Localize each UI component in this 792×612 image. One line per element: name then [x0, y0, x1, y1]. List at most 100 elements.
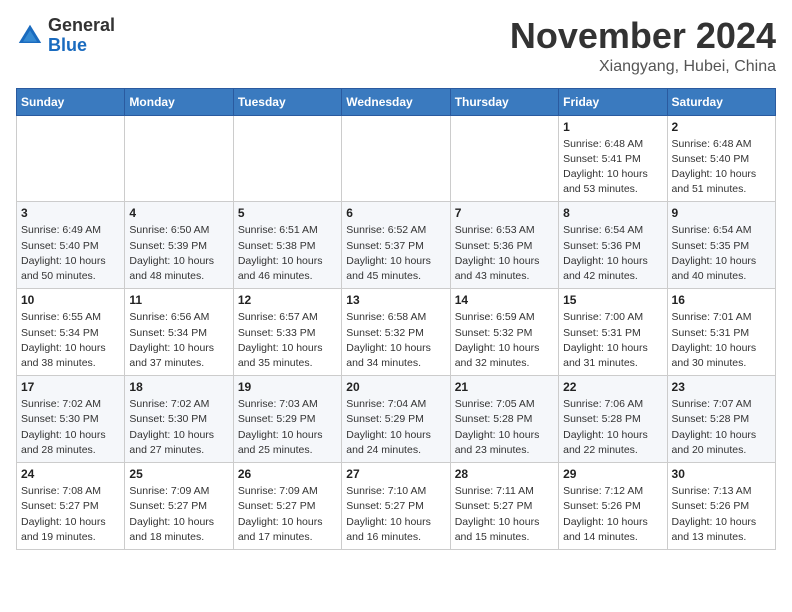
- day-detail: Sunrise: 6:56 AM Sunset: 5:34 PM Dayligh…: [129, 310, 228, 371]
- calendar-cell: 16 Sunrise: 7:01 AM Sunset: 5:31 PM Dayli…: [667, 289, 775, 376]
- calendar-cell: [342, 115, 450, 202]
- day-detail: Sunrise: 7:12 AM Sunset: 5:26 PM Dayligh…: [563, 484, 662, 545]
- day-detail: Sunrise: 6:58 AM Sunset: 5:32 PM Dayligh…: [346, 310, 445, 371]
- day-detail: Sunrise: 7:00 AM Sunset: 5:31 PM Dayligh…: [563, 310, 662, 371]
- calendar-cell: [125, 115, 233, 202]
- day-number: 7: [455, 206, 554, 220]
- calendar-cell: 29 Sunrise: 7:12 AM Sunset: 5:26 PM Dayli…: [559, 463, 667, 550]
- day-number: 15: [563, 293, 662, 307]
- day-number: 8: [563, 206, 662, 220]
- day-number: 1: [563, 120, 662, 134]
- day-detail: Sunrise: 7:05 AM Sunset: 5:28 PM Dayligh…: [455, 397, 554, 458]
- calendar-cell: 10 Sunrise: 6:55 AM Sunset: 5:34 PM Dayli…: [17, 289, 125, 376]
- day-detail: Sunrise: 7:03 AM Sunset: 5:29 PM Dayligh…: [238, 397, 337, 458]
- day-number: 18: [129, 380, 228, 394]
- day-number: 14: [455, 293, 554, 307]
- day-detail: Sunrise: 6:55 AM Sunset: 5:34 PM Dayligh…: [21, 310, 120, 371]
- calendar-week-1: 1 Sunrise: 6:48 AM Sunset: 5:41 PM Daylig…: [17, 115, 776, 202]
- calendar-cell: 28Sunrise: 7:11 AM Sunset: 5:27 PM Dayli…: [450, 463, 558, 550]
- logo: General Blue: [16, 16, 115, 56]
- day-number: 23: [672, 380, 771, 394]
- day-number: 28: [455, 467, 554, 481]
- weekday-header-tuesday: Tuesday: [233, 88, 341, 115]
- logo-line1: General: [48, 16, 115, 36]
- day-detail: Sunrise: 6:51 AM Sunset: 5:38 PM Dayligh…: [238, 223, 337, 284]
- day-number: 30: [672, 467, 771, 481]
- day-detail: Sunrise: 6:59 AM Sunset: 5:32 PM Dayligh…: [455, 310, 554, 371]
- calendar-cell: 15 Sunrise: 7:00 AM Sunset: 5:31 PM Dayli…: [559, 289, 667, 376]
- day-detail: Sunrise: 7:02 AM Sunset: 5:30 PM Dayligh…: [21, 397, 120, 458]
- day-number: 5: [238, 206, 337, 220]
- day-detail: Sunrise: 6:57 AM Sunset: 5:33 PM Dayligh…: [238, 310, 337, 371]
- day-detail: Sunrise: 7:01 AM Sunset: 5:31 PM Dayligh…: [672, 310, 771, 371]
- day-number: 2: [672, 120, 771, 134]
- day-number: 19: [238, 380, 337, 394]
- day-detail: Sunrise: 7:09 AM Sunset: 5:27 PM Dayligh…: [238, 484, 337, 545]
- month-title: November 2024: [510, 16, 776, 56]
- calendar-week-2: 3Sunrise: 6:49 AM Sunset: 5:40 PM Daylig…: [17, 202, 776, 289]
- calendar-cell: [17, 115, 125, 202]
- day-number: 3: [21, 206, 120, 220]
- calendar-cell: 22 Sunrise: 7:06 AM Sunset: 5:28 PM Dayli…: [559, 376, 667, 463]
- day-number: 29: [563, 467, 662, 481]
- day-number: 22: [563, 380, 662, 394]
- day-detail: Sunrise: 7:08 AM Sunset: 5:27 PM Dayligh…: [21, 484, 120, 545]
- day-detail: Sunrise: 6:52 AM Sunset: 5:37 PM Dayligh…: [346, 223, 445, 284]
- calendar-cell: 25 Sunrise: 7:09 AM Sunset: 5:27 PM Dayli…: [125, 463, 233, 550]
- weekday-header-monday: Monday: [125, 88, 233, 115]
- day-detail: Sunrise: 7:02 AM Sunset: 5:30 PM Dayligh…: [129, 397, 228, 458]
- calendar-week-5: 24 Sunrise: 7:08 AM Sunset: 5:27 PM Dayli…: [17, 463, 776, 550]
- day-number: 9: [672, 206, 771, 220]
- calendar-cell: 12 Sunrise: 6:57 AM Sunset: 5:33 PM Dayli…: [233, 289, 341, 376]
- day-number: 16: [672, 293, 771, 307]
- calendar-cell: 4 Sunrise: 6:50 AM Sunset: 5:39 PM Daylig…: [125, 202, 233, 289]
- calendar-cell: [233, 115, 341, 202]
- logo-icon: [16, 22, 44, 50]
- calendar-cell: 6 Sunrise: 6:52 AM Sunset: 5:37 PM Daylig…: [342, 202, 450, 289]
- calendar-cell: 18 Sunrise: 7:02 AM Sunset: 5:30 PM Dayli…: [125, 376, 233, 463]
- day-detail: Sunrise: 7:13 AM Sunset: 5:26 PM Dayligh…: [672, 484, 771, 545]
- calendar-cell: 20Sunrise: 7:04 AM Sunset: 5:29 PM Dayli…: [342, 376, 450, 463]
- logo-text: General Blue: [48, 16, 115, 56]
- day-detail: Sunrise: 7:07 AM Sunset: 5:28 PM Dayligh…: [672, 397, 771, 458]
- day-detail: Sunrise: 7:04 AM Sunset: 5:29 PM Dayligh…: [346, 397, 445, 458]
- calendar-cell: 24 Sunrise: 7:08 AM Sunset: 5:27 PM Dayli…: [17, 463, 125, 550]
- calendar-cell: 11 Sunrise: 6:56 AM Sunset: 5:34 PM Dayli…: [125, 289, 233, 376]
- page-header: General Blue November 2024 Xiangyang, Hu…: [16, 16, 776, 76]
- logo-line2: Blue: [48, 36, 115, 56]
- day-detail: Sunrise: 6:48 AM Sunset: 5:41 PM Dayligh…: [563, 137, 662, 198]
- calendar-body: 1 Sunrise: 6:48 AM Sunset: 5:41 PM Daylig…: [17, 115, 776, 549]
- day-detail: Sunrise: 6:53 AM Sunset: 5:36 PM Dayligh…: [455, 223, 554, 284]
- calendar-cell: 1 Sunrise: 6:48 AM Sunset: 5:41 PM Daylig…: [559, 115, 667, 202]
- calendar-cell: 3Sunrise: 6:49 AM Sunset: 5:40 PM Daylig…: [17, 202, 125, 289]
- day-number: 6: [346, 206, 445, 220]
- calendar-cell: 30 Sunrise: 7:13 AM Sunset: 5:26 PM Dayli…: [667, 463, 775, 550]
- title-block: November 2024 Xiangyang, Hubei, China: [510, 16, 776, 76]
- day-number: 17: [21, 380, 120, 394]
- calendar-cell: 2 Sunrise: 6:48 AM Sunset: 5:40 PM Daylig…: [667, 115, 775, 202]
- weekday-header-wednesday: Wednesday: [342, 88, 450, 115]
- day-number: 4: [129, 206, 228, 220]
- day-detail: Sunrise: 6:48 AM Sunset: 5:40 PM Dayligh…: [672, 137, 771, 198]
- calendar-week-3: 10 Sunrise: 6:55 AM Sunset: 5:34 PM Dayli…: [17, 289, 776, 376]
- day-number: 27: [346, 467, 445, 481]
- day-number: 11: [129, 293, 228, 307]
- day-number: 13: [346, 293, 445, 307]
- weekday-header-row: SundayMondayTuesdayWednesdayThursdayFrid…: [17, 88, 776, 115]
- day-number: 25: [129, 467, 228, 481]
- day-detail: Sunrise: 6:50 AM Sunset: 5:39 PM Dayligh…: [129, 223, 228, 284]
- calendar-cell: 23 Sunrise: 7:07 AM Sunset: 5:28 PM Dayli…: [667, 376, 775, 463]
- day-number: 10: [21, 293, 120, 307]
- calendar-cell: 7 Sunrise: 6:53 AM Sunset: 5:36 PM Daylig…: [450, 202, 558, 289]
- day-number: 12: [238, 293, 337, 307]
- day-number: 21: [455, 380, 554, 394]
- day-number: 24: [21, 467, 120, 481]
- calendar-cell: 13 Sunrise: 6:58 AM Sunset: 5:32 PM Dayli…: [342, 289, 450, 376]
- calendar-cell: 5 Sunrise: 6:51 AM Sunset: 5:38 PM Daylig…: [233, 202, 341, 289]
- day-detail: Sunrise: 7:09 AM Sunset: 5:27 PM Dayligh…: [129, 484, 228, 545]
- weekday-header-friday: Friday: [559, 88, 667, 115]
- day-detail: Sunrise: 7:06 AM Sunset: 5:28 PM Dayligh…: [563, 397, 662, 458]
- calendar-cell: 8Sunrise: 6:54 AM Sunset: 5:36 PM Daylig…: [559, 202, 667, 289]
- day-detail: Sunrise: 6:54 AM Sunset: 5:35 PM Dayligh…: [672, 223, 771, 284]
- weekday-header-sunday: Sunday: [17, 88, 125, 115]
